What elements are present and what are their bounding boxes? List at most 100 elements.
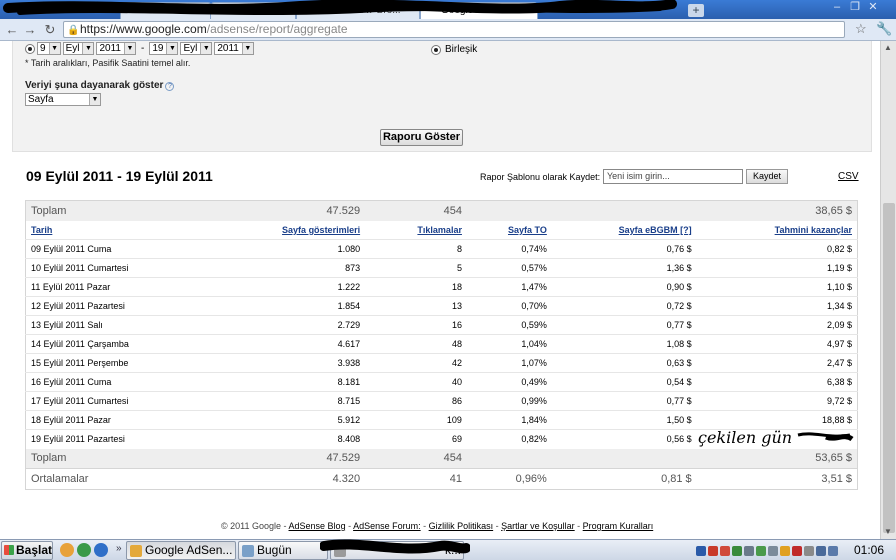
scroll-down-icon[interactable]: ▼ [884, 527, 892, 536]
table-row: 17 Eylül 2011 Cumartesi 8.715 86 0,99% 0,77 … [25, 391, 858, 411]
reload-icon[interactable]: ↻ [42, 22, 58, 38]
table-row: 18 Eylül 2011 Pazar 5.912 109 1,84% 1,50 $18… [25, 410, 858, 430]
tray-icon[interactable] [780, 545, 790, 556]
ctr-column-header[interactable]: Sayfa TO [467, 221, 552, 240]
table-cell-earnings: 2,47 $ [696, 353, 858, 373]
table-cell-earnings: 1,10 $ [696, 277, 858, 297]
to-month-select[interactable]: Eyl ▼ [180, 42, 213, 55]
table-header-row: Tarih Sayfa gösterimleri Tıklamalar Sayf… [26, 221, 858, 240]
to-day-select[interactable]: 19 ▼ [149, 42, 179, 55]
tray-icon[interactable] [792, 545, 802, 556]
table-cell-ecpm: 0,77 $ [551, 391, 697, 411]
chevron-down-icon: ▼ [48, 43, 60, 54]
chevron-down-icon: ▼ [200, 43, 212, 54]
new-tab-button[interactable]: + [688, 4, 704, 17]
table-cell-date: 10 Eylül 2011 Cumartesi [25, 258, 206, 278]
help-icon[interactable]: ? [165, 82, 175, 91]
tray-icon[interactable] [804, 545, 814, 556]
footer-link-terms[interactable]: Şartlar ve Koşullar [501, 521, 575, 531]
tray-icon[interactable] [708, 545, 718, 556]
table-row: 14 Eylül 2011 Çarşamba 4.617 48 1,04% 1,08 $… [25, 334, 858, 354]
table-cell-clicks: 69 [365, 429, 467, 449]
combined-radio[interactable] [431, 44, 441, 55]
taskbar-task[interactable]: Bugün [238, 541, 328, 560]
footer-link-policies[interactable]: Program Kuralları [583, 521, 654, 531]
table-cell-clicks: 8 [365, 239, 467, 259]
table-cell-earnings: 0,82 $ [696, 239, 858, 259]
table-cell-ctr: 0,82% [466, 429, 552, 449]
tray-icon[interactable] [720, 545, 730, 556]
table-cell-impressions: 3.938 [205, 353, 366, 373]
chevron-down-icon: ▼ [241, 43, 253, 54]
minimize-button[interactable]: – [830, 1, 844, 13]
bookmark-star-icon[interactable]: ☆ [855, 21, 867, 37]
maximize-button[interactable]: ❐ [848, 1, 862, 13]
tray-icon[interactable] [768, 545, 778, 556]
from-year-select[interactable]: 2011 ▼ [96, 42, 136, 55]
tray-icon[interactable] [828, 545, 838, 556]
from-day-select[interactable]: 9 ▼ [37, 42, 61, 55]
combined-option[interactable]: Birleşik [431, 44, 477, 55]
table-cell-clicks: 42 [365, 353, 467, 373]
browser-toolbar: ← → ↻ 🔒 https://www.google.com/adsense/r… [0, 19, 896, 41]
back-icon[interactable]: ← [4, 22, 20, 38]
start-button[interactable]: Başlat [1, 541, 53, 560]
close-window-button[interactable]: ✕ [866, 1, 880, 13]
scroll-up-icon[interactable]: ▲ [884, 43, 892, 52]
tray-icon[interactable] [732, 545, 742, 556]
footer-link-privacy[interactable]: Gizlilik Politikası [429, 521, 494, 531]
table-cell-earnings: 1,34 $ [696, 296, 858, 316]
table-cell-earnings: 9,72 $ [696, 391, 858, 411]
table-cell-ctr: 1,04% [466, 334, 552, 354]
show-report-button[interactable]: Raporu Göster [380, 129, 463, 146]
clicks-column-header[interactable]: Tıklamalar [365, 221, 467, 240]
footer-link-forum[interactable]: AdSense Forum: [353, 521, 421, 531]
chevron-down-icon: ▼ [166, 43, 178, 54]
from-month-select[interactable]: Eyl ▼ [62, 42, 95, 55]
forward-icon[interactable]: → [22, 22, 38, 38]
impressions-column-header[interactable]: Sayfa gösterimleri [205, 221, 365, 240]
table-cell-ctr: 0,74% [466, 239, 552, 259]
table-cell-clicks: 109 [365, 410, 467, 430]
csv-export-link[interactable]: CSV [838, 171, 859, 182]
to-year-select[interactable]: 2011 ▼ [214, 42, 254, 55]
scroll-thumb[interactable] [883, 203, 895, 533]
top-total-row: Toplam 47.529 454 38,65 $ [25, 200, 858, 221]
browser-tab-bar: Yahoo! ... bun... Cal 3 - PLAY Bro... Go… [0, 0, 896, 19]
quicklaunch-icon[interactable] [77, 543, 91, 557]
date-column-header[interactable]: Tarih [26, 221, 206, 240]
tray-icon[interactable] [816, 545, 826, 556]
table-cell-ecpm: 0,77 $ [551, 315, 697, 335]
taskbar-clock[interactable]: 01:06 [854, 543, 884, 557]
quicklaunch-chevron-icon[interactable]: » [116, 543, 122, 554]
earnings-column-header[interactable]: Tahmini kazançlar [697, 221, 858, 240]
table-cell-ctr: 0,57% [466, 258, 552, 278]
ecpm-column-header[interactable]: Sayfa eBGBM [?] [552, 221, 697, 240]
address-bar[interactable]: 🔒 https://www.google.com/adsense/report/… [63, 21, 845, 38]
group-by-label: Veriyi şuna dayanarak göster? [25, 80, 175, 91]
table-cell-impressions: 8.408 [205, 429, 366, 449]
template-name-input[interactable]: Yeni isim girin... [603, 169, 743, 184]
date-range-radio[interactable] [25, 43, 35, 54]
save-template-button[interactable]: Kaydet [746, 169, 788, 184]
wrench-icon[interactable]: 🔧 [876, 21, 892, 37]
table-row: 12 Eylül 2011 Pazartesi 1.854 13 0,70% 0,72 … [25, 296, 858, 316]
bottom-total-row: Toplam 47.529 454 53,65 $ [25, 448, 858, 469]
tray-icon[interactable] [744, 545, 754, 556]
group-by-select[interactable]: Sayfa ▼ [25, 93, 101, 106]
footer-link-blog[interactable]: AdSense Blog [289, 521, 346, 531]
vertical-scrollbar[interactable]: ▲ ▼ [880, 41, 896, 539]
table-cell-earnings: 2,09 $ [696, 315, 858, 335]
table-cell-date: 19 Eylül 2011 Pazartesi [25, 429, 206, 449]
page-content: 9 ▼ Eyl ▼ 2011 ▼ - 19 ▼ Eyl ▼ 2011 ▼ * Tarih a… [0, 41, 880, 539]
quicklaunch-icon[interactable] [60, 543, 74, 557]
tray-icon[interactable] [696, 545, 706, 556]
table-cell-impressions: 1.080 [205, 239, 366, 259]
tray-icon[interactable] [756, 545, 766, 556]
taskbar-task[interactable]: Google AdSen... [126, 541, 236, 560]
table-cell-ctr: 0,70% [466, 296, 552, 316]
table-row: 13 Eylül 2011 Salı 2.729 16 0,59% 0,77 $2,09… [25, 315, 858, 335]
table-body: 09 Eylül 2011 Cuma 1.080 8 0,74% 0,76 $0,82 … [25, 239, 858, 449]
quicklaunch-icon[interactable] [94, 543, 108, 557]
table-row: 15 Eylül 2011 Perşembe 3.938 42 1,07% 0,63 $… [25, 353, 858, 373]
